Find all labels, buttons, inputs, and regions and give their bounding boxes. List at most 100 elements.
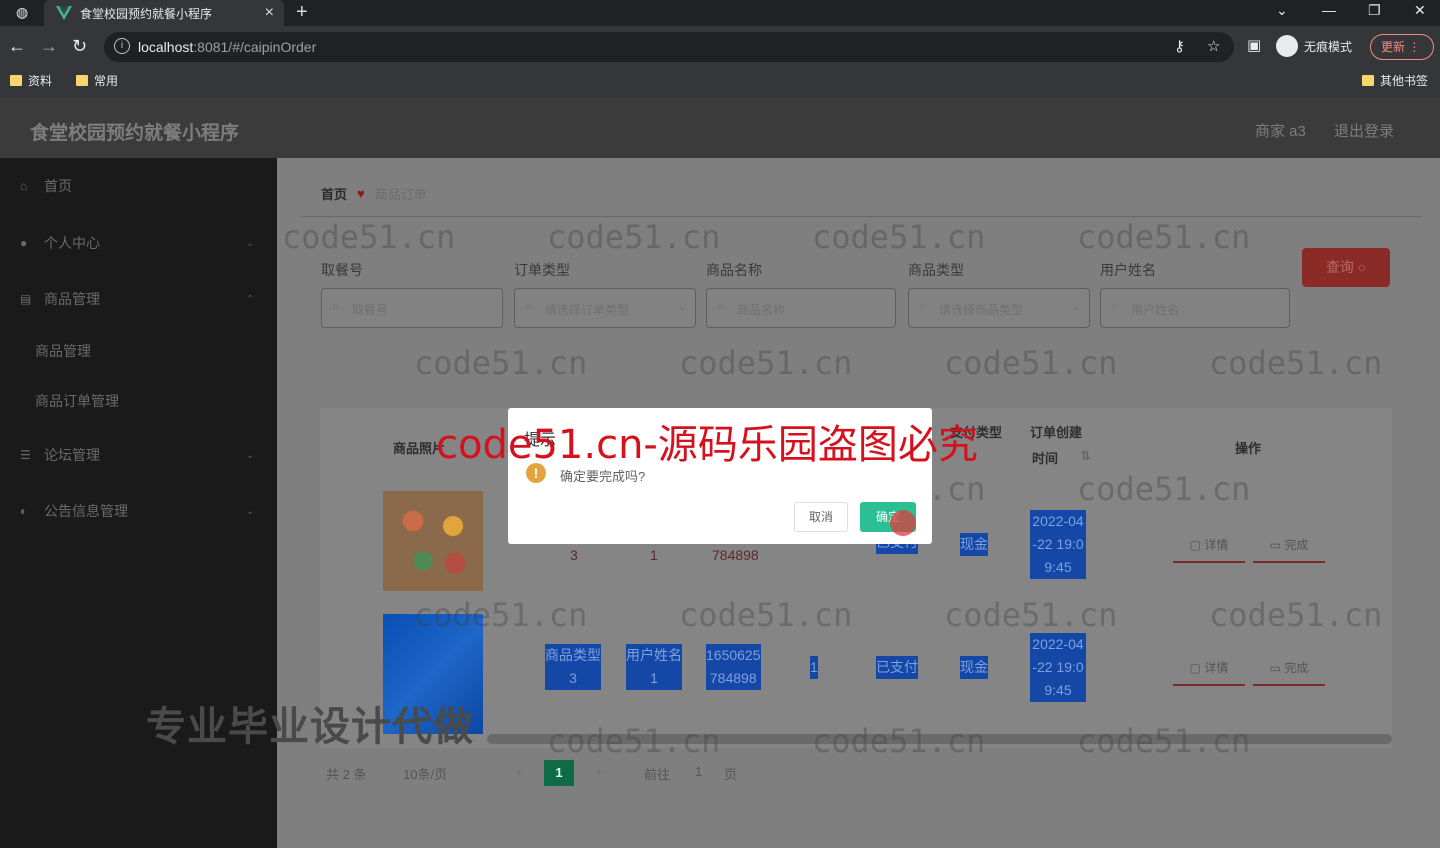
- watermark-text: code51.cn: [1209, 344, 1383, 382]
- next-page-icon[interactable]: ›: [597, 764, 601, 779]
- complete-button[interactable]: ▭ 完成: [1253, 536, 1325, 563]
- forward-icon[interactable]: →: [40, 37, 58, 55]
- bookmark-folder[interactable]: 常用: [76, 72, 118, 89]
- page-unit-label: 页: [724, 767, 738, 782]
- chevron-down-icon: ⌄: [246, 449, 255, 461]
- table-cell: 现金: [960, 656, 988, 679]
- sidebar-subitem-goods-orders[interactable]: 商品订单管理: [0, 381, 277, 421]
- sort-icon[interactable]: ⇅: [1080, 448, 1091, 464]
- key-icon[interactable]: ⚷: [1174, 37, 1185, 55]
- sidebar-item-label: 商品管理: [44, 291, 100, 307]
- update-button[interactable]: 更新 ⋮: [1370, 34, 1434, 60]
- divider: [301, 216, 1421, 217]
- site-info-icon[interactable]: i: [114, 38, 130, 54]
- watermark-text: code51.cn: [1077, 470, 1251, 508]
- chevron-down-icon: ⌄: [246, 237, 255, 249]
- pagination-total: 共 2 条: [326, 767, 367, 782]
- watermark-text: code51.cn: [944, 344, 1118, 382]
- watermark-text: code51.cn: [414, 344, 588, 382]
- restore-icon[interactable]: ❐: [1368, 2, 1381, 19]
- search-button[interactable]: 查询 ○: [1302, 248, 1390, 287]
- table-cell: 1: [650, 547, 658, 563]
- sidebar-item-goods[interactable]: ▤ 商品管理 ⌃: [0, 279, 277, 319]
- breadcrumb-current: 商品订单: [374, 187, 427, 202]
- folder-icon: [76, 75, 88, 86]
- folder-icon: [1362, 75, 1374, 86]
- red-watermark-text: code51.cn-源码乐园盗图必究: [436, 422, 978, 468]
- tab-list-icon[interactable]: ⌄: [1276, 2, 1288, 19]
- sidepanel-icon[interactable]: ▣: [1247, 37, 1261, 55]
- table-cell: 1650625 784898: [706, 644, 761, 690]
- order-type-select[interactable]: ○ 请选择订单类型 ⌄: [514, 288, 696, 328]
- goods-name-input[interactable]: ○ 商品名称: [706, 288, 896, 328]
- bookmark-star-icon[interactable]: ☆: [1207, 37, 1220, 55]
- close-window-icon[interactable]: ✕: [1414, 2, 1426, 19]
- browser-chrome: ◍ 食堂校园预约就餐小程序 × + ⌄ — ❐ ✕ ← → ↻ i localh…: [0, 0, 1440, 98]
- cancel-button[interactable]: 取消: [794, 502, 848, 532]
- sidebar-item-notice[interactable]: ◐ 公告信息管理 ⌄: [0, 491, 277, 531]
- search-icon: ○: [919, 301, 926, 313]
- watermark-text: code51.cn: [679, 596, 853, 634]
- minimize-icon[interactable]: —: [1322, 2, 1336, 18]
- filter-label: 商品类型: [908, 262, 964, 278]
- sidebar-item-label: 首页: [44, 178, 72, 194]
- tab-search-icon[interactable]: ◍: [16, 4, 28, 21]
- toolbar: ← → ↻ i localhost:8081/#/caipinOrder ⚷ ☆…: [0, 26, 1440, 68]
- breadcrumb-home[interactable]: 首页: [321, 184, 347, 203]
- watermark-text: code51.cn: [812, 218, 986, 256]
- goods-icon: ▤: [20, 292, 32, 306]
- complete-button[interactable]: ▭ 完成: [1253, 659, 1325, 686]
- search-icon: ○: [525, 301, 532, 313]
- filter-label: 取餐号: [321, 262, 363, 278]
- column-header[interactable]: 订单创建: [1030, 422, 1082, 441]
- sidebar-item-label: 论坛管理: [44, 447, 100, 463]
- watermark-text: code51.cn: [1077, 722, 1251, 760]
- table-cell: 现金: [960, 533, 988, 556]
- table-cell: 1: [810, 656, 818, 679]
- prev-page-icon[interactable]: ‹: [517, 764, 521, 779]
- sidebar-item-profile[interactable]: ● 个人中心 ⌄: [0, 223, 277, 263]
- sidebar-item-forum[interactable]: ☰ 论坛管理 ⌄: [0, 435, 277, 475]
- close-tab-icon[interactable]: ×: [265, 4, 274, 22]
- address-bar[interactable]: i localhost:8081/#/caipinOrder ⚷ ☆: [104, 32, 1234, 62]
- user-label: 商家 a3: [1255, 123, 1306, 140]
- browser-tab[interactable]: 食堂校园预约就餐小程序 ×: [44, 0, 284, 26]
- tab-bar: ◍ 食堂校园预约就餐小程序 × + ⌄ — ❐ ✕: [0, 0, 1440, 26]
- incognito-indicator[interactable]: 无痕模式: [1276, 35, 1352, 57]
- page-size-select[interactable]: 10条/页: [403, 764, 447, 783]
- watermark-text: code51.cn: [679, 344, 853, 382]
- back-icon[interactable]: ←: [8, 37, 26, 55]
- filter-label: 商品名称: [706, 262, 762, 278]
- search-icon: ○: [1111, 301, 1118, 313]
- goto-label: 前往: [644, 767, 671, 782]
- chevron-down-icon: ⌄: [677, 301, 687, 313]
- column-header: 操作: [1235, 441, 1262, 456]
- page-number[interactable]: 1: [544, 760, 574, 786]
- search-icon: ○: [717, 301, 724, 313]
- heart-icon: ♥: [357, 186, 365, 201]
- sidebar-subitem-goods[interactable]: 商品管理: [0, 331, 277, 371]
- app-title: 食堂校园预约就餐小程序: [30, 123, 240, 144]
- other-bookmarks[interactable]: 其他书签: [1362, 72, 1428, 89]
- table-cell: 用户姓名 1: [626, 644, 682, 690]
- watermark-text: code51.cn: [812, 722, 986, 760]
- pickup-number-input[interactable]: ○ 取餐号: [321, 288, 503, 328]
- reload-icon[interactable]: ↻: [72, 37, 87, 55]
- logout-link[interactable]: 退出登录: [1334, 120, 1394, 141]
- detail-button[interactable]: ▢ 详情: [1173, 536, 1245, 563]
- table-cell: 3: [570, 547, 578, 563]
- watermark-text: code51.cn: [282, 218, 456, 256]
- goods-type-select[interactable]: ○ 请选择商品类型 ⌄: [908, 288, 1090, 328]
- bookmark-folder[interactable]: 资料: [10, 72, 52, 89]
- column-header[interactable]: 时间: [1032, 448, 1058, 467]
- tab-title: 食堂校园预约就餐小程序: [80, 6, 213, 21]
- goto-page-input[interactable]: 1: [695, 764, 702, 779]
- list-icon: ☰: [20, 448, 31, 462]
- detail-button[interactable]: ▢ 详情: [1173, 659, 1245, 686]
- user-name-input[interactable]: ○ 用户姓名: [1100, 288, 1290, 328]
- new-tab-button[interactable]: +: [296, 1, 308, 24]
- sidebar-item-home[interactable]: ⌂ 首页: [0, 166, 277, 206]
- url-text[interactable]: localhost:8081/#/caipinOrder: [138, 39, 316, 55]
- watermark-text: code51.cn: [1077, 218, 1251, 256]
- home-icon: ⌂: [20, 179, 28, 193]
